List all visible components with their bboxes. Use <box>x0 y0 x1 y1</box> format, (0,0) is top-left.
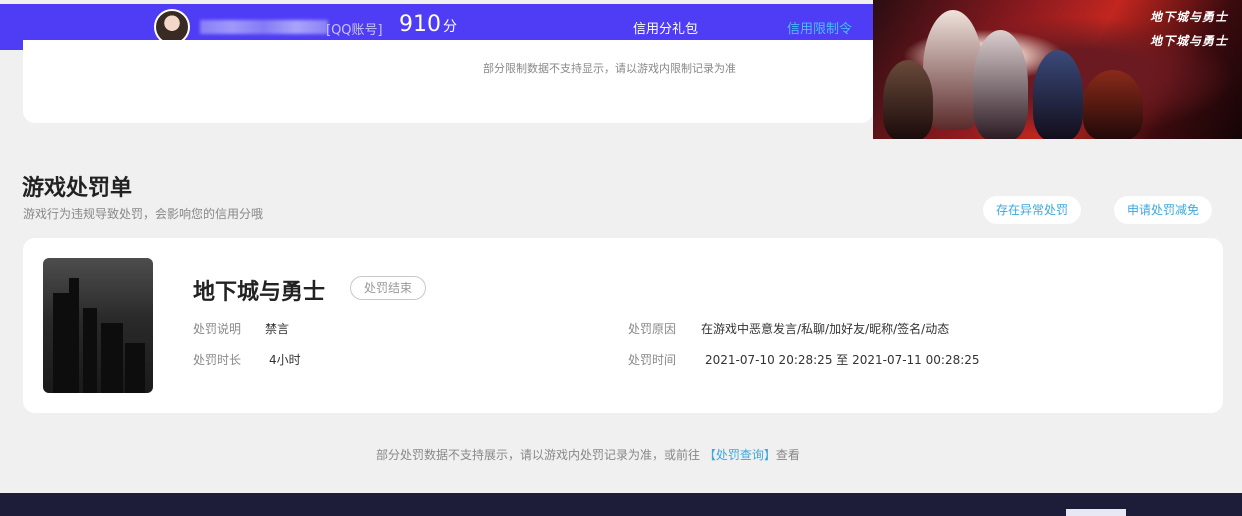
penalty-reason-label: 处罚原因 <box>628 322 677 336</box>
penalty-desc-value: 禁言 <box>265 322 290 336</box>
restriction-card <box>23 40 873 123</box>
banner-logo-top: 地下城与勇士 <box>1149 10 1228 24</box>
penalty-time-label: 处罚时间 <box>628 353 677 367</box>
penalty-reason-value: 在游戏中恶意发言/私聊/加好友/昵称/签名/动态 <box>701 322 950 336</box>
banner-character-figure <box>883 60 933 139</box>
credit-score: 910 分 <box>399 12 457 37</box>
status-badge: 处罚结束 <box>350 276 427 300</box>
credit-score-value: 910 <box>399 12 441 37</box>
penalty-card: 地下城与勇士 处罚结束 处罚说明 禁言 处罚时长 4小时 处罚原因 在游戏中恶意… <box>23 238 1223 413</box>
footer-note-suffix: 查看 <box>775 448 800 462</box>
game-thumbnail <box>43 258 153 393</box>
game-promo-banner[interactable]: 地下城与勇士 地下城与勇士 <box>873 0 1242 139</box>
banner-logo-bottom: 地下城与勇士 <box>1149 34 1228 48</box>
banner-character-figure <box>973 30 1028 139</box>
credit-score-unit: 分 <box>443 19 457 35</box>
penalty-footer-note: 部分处罚数据不支持展示，请以游戏内处罚记录为准，或前往 【处罚查询】查看 <box>376 446 800 463</box>
penalty-duration-label: 处罚时长 <box>193 353 242 367</box>
account-name-blurred <box>200 20 328 34</box>
restriction-note: 部分限制数据不支持显示，请以游戏内限制记录为准 <box>483 62 736 75</box>
page-footer <box>0 493 1242 516</box>
penalty-duration-value: 4小时 <box>269 353 301 367</box>
penalty-section-title: 游戏处罚单 <box>22 176 133 201</box>
penalty-section-subtitle: 游戏行为违规导致处罚，会影响您的信用分哦 <box>23 207 264 221</box>
game-name: 地下城与勇士 <box>193 280 326 305</box>
nav-credit-restriction[interactable]: 信用限制令 <box>787 18 852 37</box>
nav-credit-gift[interactable]: 信用分礼包 <box>633 18 698 37</box>
account-type-label: [QQ账号] <box>326 23 383 38</box>
apply-penalty-reduction-button[interactable]: 申请处罚减免 <box>1114 196 1213 224</box>
banner-character-figure <box>1033 50 1083 139</box>
footer-badge <box>1066 509 1126 516</box>
penalty-query-link[interactable]: 【处罚查询】 <box>704 448 776 462</box>
penalty-desc-label: 处罚说明 <box>193 322 242 336</box>
penalty-time-value: 2021-07-10 20:28:25 至 2021-07-11 00:28:2… <box>705 353 980 367</box>
footer-note-text: 部分处罚数据不支持展示，请以游戏内处罚记录为准，或前往 <box>376 448 701 462</box>
report-abnormal-penalty-button[interactable]: 存在异常处罚 <box>983 196 1082 224</box>
banner-character-figure <box>1083 70 1143 139</box>
